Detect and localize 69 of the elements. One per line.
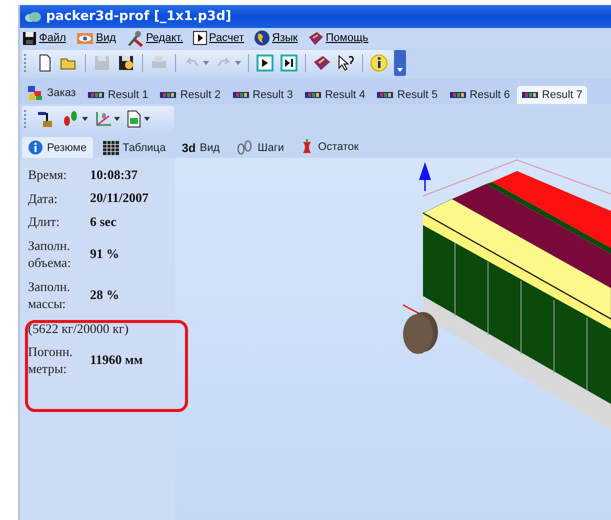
- field-value: 20/11/2007: [90, 190, 149, 206]
- result-tab[interactable]: Result 3: [228, 86, 298, 104]
- field-label: Длит:: [28, 213, 61, 231]
- info-icon: [28, 140, 43, 155]
- document-icon: [126, 110, 142, 128]
- field-value: 28 %: [90, 287, 120, 304]
- blocks-icon: [27, 85, 43, 101]
- 3d-label: 3d: [182, 141, 196, 155]
- result-tab[interactable]: Result 5: [372, 86, 443, 104]
- truck-icon: [232, 90, 249, 100]
- field-value: 91 %: [90, 246, 120, 262]
- tools-icon: [126, 30, 144, 46]
- toolbar-button[interactable]: [368, 52, 390, 74]
- footprints-icon: [62, 110, 80, 128]
- play-icon: [193, 31, 208, 45]
- result-tab[interactable]: Result 1: [82, 86, 154, 104]
- menu-item[interactable]: Помощь: [308, 30, 372, 46]
- menu-item[interactable]: Язык: [254, 30, 302, 46]
- result-tab[interactable]: Заказ: [22, 82, 81, 104]
- truck-icon: [450, 90, 466, 100]
- step-icon: [280, 54, 298, 72]
- field-label: Заполн. объема:: [28, 236, 72, 272]
- field-value: 10:08:37: [90, 166, 138, 183]
- caret-icon: [144, 117, 150, 121]
- floppy-question-icon: [117, 54, 135, 72]
- book-icon: [313, 54, 331, 72]
- field-value: 11960 мм: [90, 352, 143, 368]
- caret-icon: [235, 61, 241, 65]
- pointer-question-icon: [337, 54, 355, 72]
- cloud-icon: [24, 10, 42, 22]
- view-tab[interactable]: 3d Вид: [176, 138, 226, 158]
- globe-icon: [254, 30, 270, 46]
- view-tab[interactable]: Шаги: [230, 137, 290, 158]
- menu-item[interactable]: Файл: [22, 30, 70, 46]
- result-tab[interactable]: Result 7: [517, 86, 588, 104]
- truck-icon: [522, 90, 538, 100]
- mass-note: (5622 кг/20000 кг): [28, 320, 130, 337]
- table-icon: [102, 141, 119, 155]
- caret-icon: [203, 61, 209, 65]
- info-icon: [370, 54, 388, 72]
- axes-icon: [94, 110, 112, 128]
- view-tab[interactable]: Таблица: [96, 138, 172, 158]
- result-tab[interactable]: Result 2: [155, 86, 226, 104]
- field-label: Дата:: [28, 190, 59, 208]
- eye-icon: [76, 32, 94, 44]
- play-icon: [256, 54, 274, 72]
- menu-item[interactable]: Вид: [76, 32, 120, 44]
- truck-icon: [304, 90, 321, 100]
- result-tab[interactable]: Result 6: [444, 86, 516, 104]
- toolbar-button[interactable]: [254, 52, 276, 74]
- result-tab[interactable]: Result 4: [300, 86, 370, 104]
- caret-icon: [114, 117, 120, 121]
- field-label: Заполн. массы:: [28, 278, 72, 313]
- menu-item[interactable]: Редакт.: [126, 30, 188, 46]
- toolbar-button[interactable]: [278, 52, 300, 74]
- book-icon: [308, 30, 324, 46]
- footprints-icon: [236, 140, 254, 155]
- truck-icon: [88, 90, 104, 100]
- field-label: Время:: [28, 166, 68, 184]
- view-tab[interactable]: Остаток: [294, 136, 365, 158]
- truck-icon: [377, 90, 394, 100]
- field-value: 6 sec: [90, 214, 116, 230]
- caret-icon: [82, 117, 88, 121]
- window-title: packer3d-prof [_1x1.p3d]: [46, 9, 232, 24]
- field-label: Погонн. метры:: [28, 342, 74, 378]
- menu-item[interactable]: Расчет: [193, 31, 248, 45]
- toolbar-overflow-icon[interactable]: [394, 50, 406, 76]
- view-tab[interactable]: Резюме: [22, 137, 93, 158]
- truck-icon: [160, 90, 176, 100]
